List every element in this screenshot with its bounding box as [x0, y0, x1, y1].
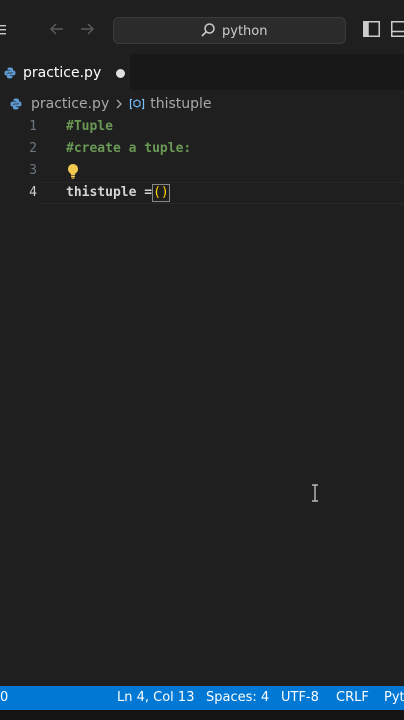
code-line-1[interactable]: 1 #Tuple [0, 116, 404, 138]
python-file-icon [10, 98, 22, 110]
title-bar: python [0, 0, 404, 54]
status-bar: 0 Ln 4, Col 13 Spaces: 4 UTF-8 CRLF Pyt [0, 686, 404, 710]
search-text: python [222, 24, 268, 39]
variable-symbol-icon [129, 98, 145, 110]
status-line-ending[interactable]: CRLF [336, 690, 369, 705]
toggle-panel-icon[interactable] [391, 21, 404, 37]
tab-label: practice.py [23, 65, 102, 81]
unsaved-dot-icon[interactable] [116, 68, 126, 78]
menu-icon[interactable] [0, 24, 6, 36]
search-icon [200, 22, 216, 42]
matched-parens: () [152, 184, 170, 202]
line-number: 4 [29, 185, 37, 200]
back-arrow-icon[interactable] [48, 20, 66, 43]
chevron-right-icon [115, 99, 123, 109]
status-remote[interactable]: 0 [0, 690, 8, 705]
status-indentation[interactable]: Spaces: 4 [206, 690, 269, 705]
line-number: 2 [29, 141, 37, 156]
tab-practice-py[interactable]: practice.py [0, 54, 130, 91]
bottom-edge [0, 710, 404, 720]
code-line-2[interactable]: 2 #create a tuple: [0, 138, 404, 160]
breadcrumb: practice.py thistuple [0, 90, 404, 118]
identifier: thistuple [66, 185, 137, 200]
code-line-4[interactable]: 4 thistuple =() [0, 182, 404, 204]
status-cursor-position[interactable]: Ln 4, Col 13 [117, 690, 194, 705]
code-text: thistuple =() [66, 182, 170, 204]
code-text: #create a tuple: [66, 141, 192, 156]
command-center-search[interactable]: python [113, 17, 346, 44]
code-line-3[interactable]: 3 [0, 160, 404, 182]
tab-bar: practice.py [0, 54, 404, 91]
breadcrumb-symbol[interactable]: thistuple [150, 96, 211, 112]
forward-arrow-icon[interactable] [78, 20, 96, 43]
python-file-icon [4, 67, 16, 79]
line-number: 3 [29, 163, 37, 178]
toggle-sidebar-icon[interactable] [363, 21, 380, 37]
status-encoding[interactable]: UTF-8 [281, 690, 319, 705]
status-language[interactable]: Pyt [384, 690, 404, 705]
operator: = [136, 185, 153, 200]
breadcrumb-file[interactable]: practice.py [31, 96, 109, 112]
code-text: #Tuple [66, 119, 113, 134]
mouse-ibeam-cursor-icon [310, 484, 320, 502]
code-editor[interactable]: 1 #Tuple 2 #create a tuple: 3 4 thistupl… [0, 116, 404, 686]
line-number: 1 [29, 119, 37, 134]
